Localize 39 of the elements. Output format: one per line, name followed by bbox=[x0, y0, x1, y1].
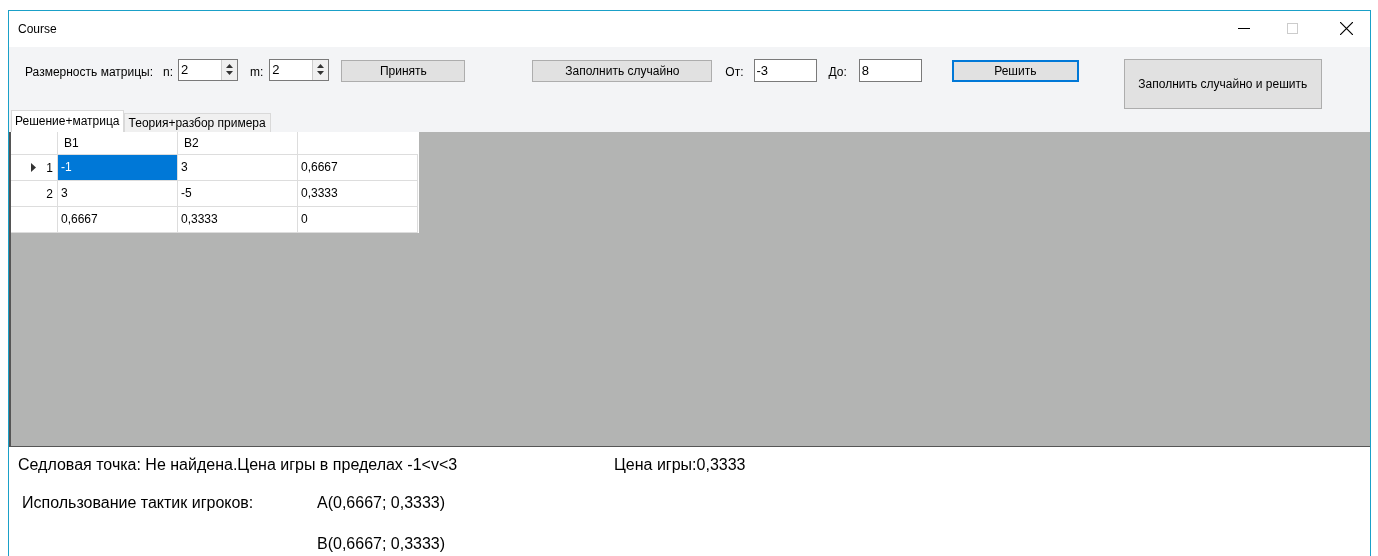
spinner-value: 2 bbox=[180, 60, 190, 79]
row-number: 1 bbox=[46, 159, 53, 177]
game-value-text: Цена игры:0,3333 bbox=[614, 455, 746, 475]
table-cell[interactable]: 0,6667 bbox=[298, 155, 418, 182]
table-cell[interactable]: 0 bbox=[298, 207, 418, 234]
row-number: 2 bbox=[46, 185, 53, 203]
number-spinner[interactable]: 2 bbox=[269, 58, 330, 81]
saddle-point-text: Седловая точка: Не найдена.Цена игры в пределах -1<v<3 bbox=[18, 455, 459, 475]
strategies-label: Использование тактик игроков: bbox=[22, 493, 255, 513]
table-cell[interactable]: 3 bbox=[178, 155, 298, 182]
strategy-b-text: B(0,6667; 0,3333) bbox=[317, 534, 446, 554]
fill-random-button[interactable]: Заполнить случайно bbox=[532, 59, 713, 82]
minimize-icon[interactable] bbox=[1238, 27, 1250, 30]
spinner-arrows-icon[interactable] bbox=[221, 59, 237, 80]
tab[interactable]: Решение+матрица bbox=[11, 110, 124, 133]
number-spinner[interactable]: 2 bbox=[178, 58, 238, 81]
table-cell[interactable]: 0,3333 bbox=[298, 181, 418, 208]
to-label: До: bbox=[828, 63, 847, 81]
strategy-a-text: A(0,6667; 0,3333) bbox=[317, 493, 446, 513]
from-label: От: bbox=[725, 63, 744, 81]
spinner-value: 2 bbox=[271, 60, 281, 79]
table-cell[interactable]: -1 bbox=[58, 155, 178, 182]
window-title: Course bbox=[18, 20, 58, 38]
tab[interactable]: Теория+разбор примера bbox=[123, 113, 271, 133]
fill-and-solve-button[interactable]: Заполнить случайно и решить bbox=[1123, 58, 1322, 109]
close-icon[interactable] bbox=[1340, 22, 1353, 36]
solve-button[interactable]: Решить bbox=[951, 59, 1079, 82]
to-field[interactable]: 8 bbox=[858, 58, 922, 82]
table-cell[interactable]: 3 bbox=[58, 181, 178, 208]
table-cell[interactable]: -5 bbox=[178, 181, 298, 208]
n-label: n: bbox=[163, 63, 173, 81]
current-row-icon bbox=[31, 163, 37, 173]
accept-button[interactable]: Принять bbox=[341, 59, 466, 82]
dimension-label: Размерность матрицы: bbox=[25, 63, 153, 81]
table-cell[interactable]: 0,6667 bbox=[58, 207, 178, 234]
m-label: m: bbox=[250, 63, 264, 81]
table-cell[interactable]: 0,3333 bbox=[178, 207, 298, 234]
spinner-arrows-icon[interactable] bbox=[312, 59, 329, 80]
from-field[interactable]: -3 bbox=[753, 58, 817, 82]
